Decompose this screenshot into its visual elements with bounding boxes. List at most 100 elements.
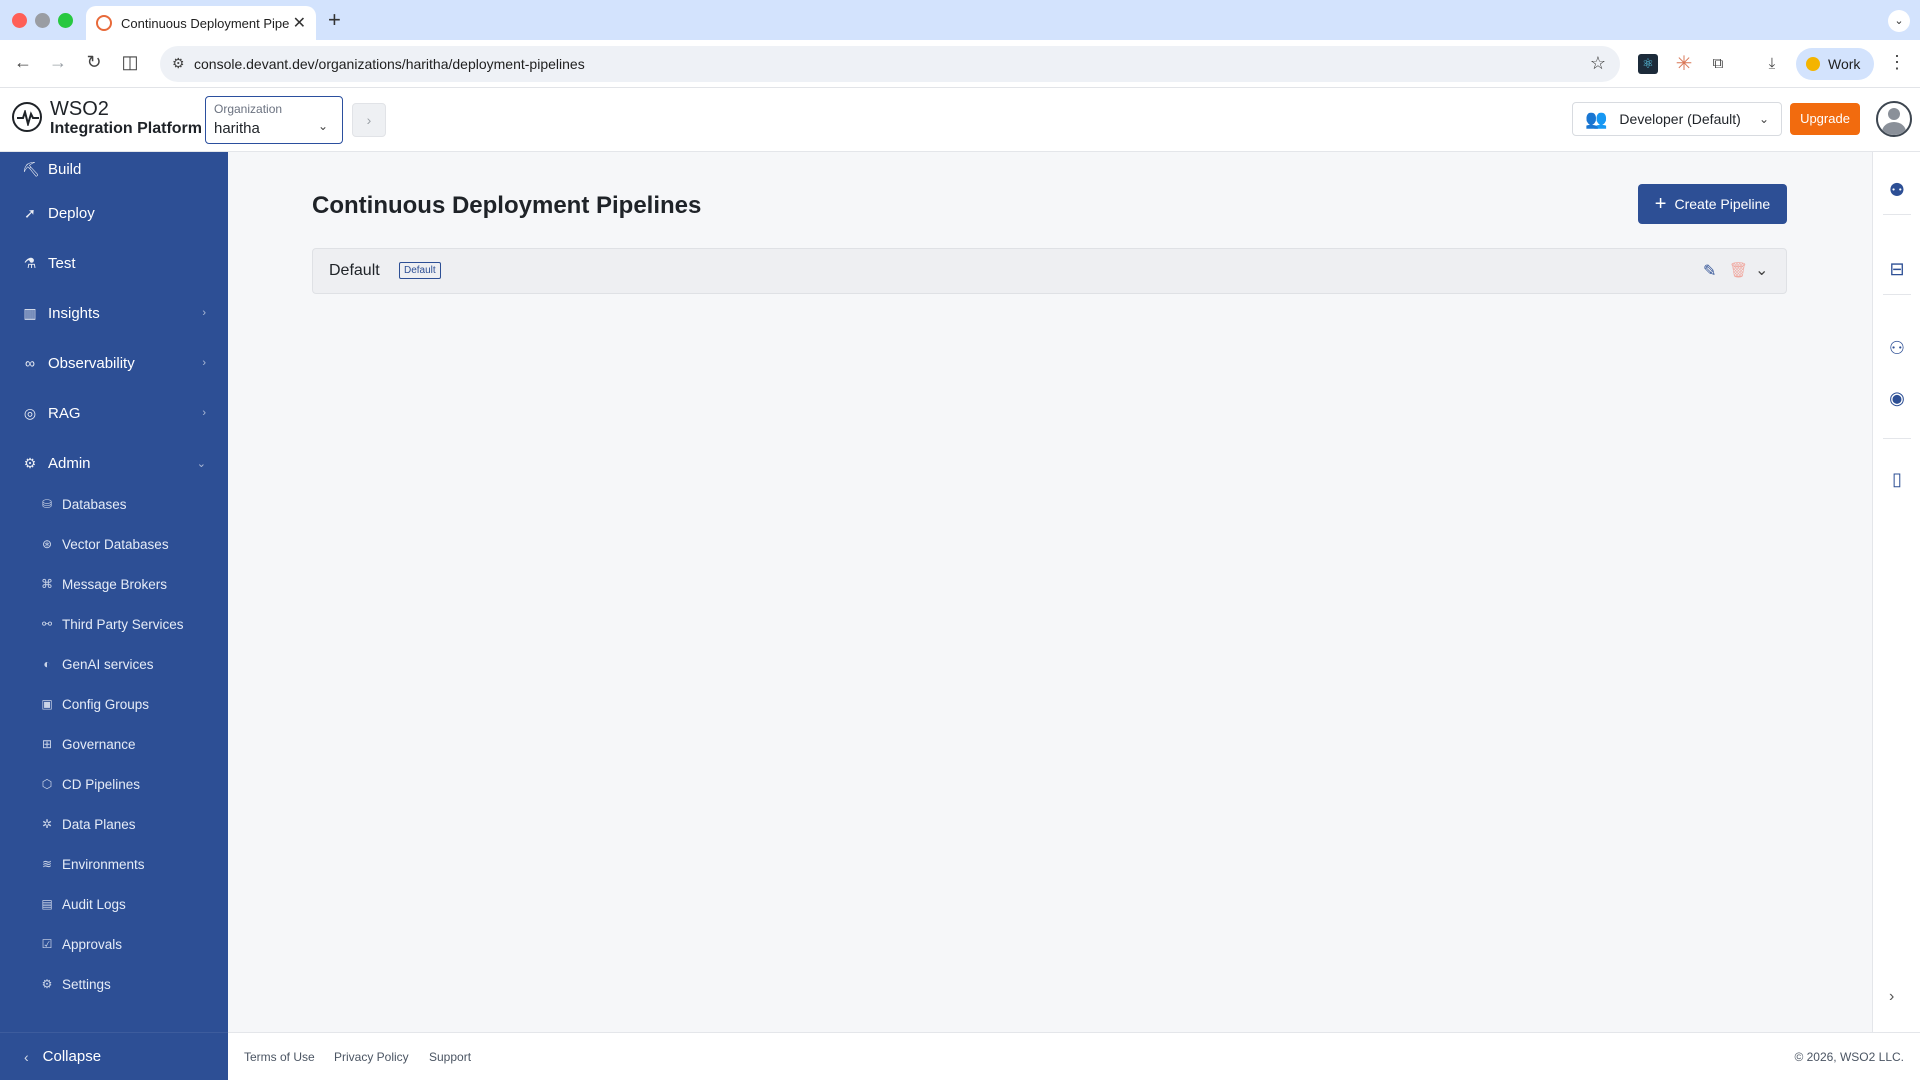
chevron-down-icon: ⌄: [1758, 112, 1769, 126]
privacy-link[interactable]: Privacy Policy: [334, 1050, 409, 1064]
sidebar-item-settings[interactable]: ⚙ Settings: [0, 968, 228, 1000]
delete-icon[interactable]: 🗑: [1729, 261, 1748, 279]
services-icon: ⚯: [41, 617, 53, 631]
breadcrumb-next-button[interactable]: ›: [352, 103, 386, 137]
sidebar-item-observability[interactable]: ∞ Observability ›: [0, 343, 228, 383]
sidebar-item-label: Observability: [48, 354, 135, 372]
sidebar-item-third-party-services[interactable]: ⚯ Third Party Services: [0, 608, 228, 640]
sidebar-item-label: Governance: [62, 736, 136, 752]
rail-divider: [1883, 214, 1911, 215]
sidebar-item-environments[interactable]: ≋ Environments: [0, 848, 228, 880]
minimize-window-icon[interactable]: [35, 13, 50, 28]
upgrade-button[interactable]: Upgrade: [1790, 103, 1860, 135]
chart-icon: ▥: [23, 304, 37, 321]
role-select[interactable]: 👥 Developer (Default) ⌄: [1572, 102, 1782, 136]
chevron-right-icon: ›: [202, 307, 206, 319]
extensions-icon[interactable]: ⧉: [1708, 54, 1728, 74]
maximize-window-icon[interactable]: [58, 13, 73, 28]
organization-select[interactable]: Organization haritha ⌄: [205, 96, 343, 144]
build-icon: ⛏: [22, 160, 40, 177]
governance-icon: ⊞: [41, 737, 53, 751]
browser-toolbar: ← → ↻ ◫ ⚙ console.devant.dev/organizatio…: [0, 40, 1920, 88]
layers-icon: ≋: [41, 857, 53, 871]
collapse-label: Collapse: [42, 1048, 102, 1065]
audit-icon: ▤: [41, 897, 53, 911]
sidebar-item-test[interactable]: ⚗ Test: [0, 243, 228, 283]
sidebar-item-admin[interactable]: ⚙ Admin ⌄: [0, 443, 228, 483]
vector-database-icon: ⊛: [41, 537, 53, 551]
sidebar-item-insights[interactable]: ▥ Insights ›: [0, 293, 228, 333]
edit-icon[interactable]: ✎: [1703, 261, 1716, 281]
sidebar-item-label: Approvals: [62, 936, 123, 952]
chevron-down-icon: ⌄: [196, 457, 206, 470]
brain-icon: ◎: [23, 404, 37, 421]
sidebar-item-audit-logs[interactable]: ▤ Audit Logs: [0, 888, 228, 920]
sidebar-item-rag[interactable]: ◎ RAG ›: [0, 393, 228, 433]
user-avatar[interactable]: [1876, 101, 1912, 137]
sidebar-item-approvals[interactable]: ☑ Approvals: [0, 928, 228, 960]
back-icon[interactable]: ←: [11, 52, 35, 73]
users-icon: 👥: [1585, 108, 1608, 129]
download-icon[interactable]: ⤓: [1762, 54, 1782, 74]
browser-tab[interactable]: Continuous Deployment Pipe ✕: [86, 6, 316, 40]
sidebar-item-config-groups[interactable]: ▣ Config Groups: [0, 688, 228, 720]
docs-icon[interactable]: ▯: [1887, 469, 1907, 489]
chevron-down-icon[interactable]: ⌄: [1755, 260, 1768, 280]
sidebar-item-deploy[interactable]: ➚ Deploy: [0, 193, 228, 233]
sidebar-item-cd-pipelines[interactable]: ⬡ CD Pipelines: [0, 768, 228, 800]
ai-assistant-icon[interactable]: ⚉: [1887, 180, 1907, 200]
bookmark-star-icon[interactable]: ☆: [1590, 53, 1606, 74]
sidebar-item-label: Third Party Services: [62, 616, 184, 632]
react-devtools-icon[interactable]: ⚛: [1638, 54, 1658, 74]
create-pipeline-label: Create Pipeline: [1674, 196, 1771, 212]
sidebar-item-build[interactable]: ⛏ Build: [0, 152, 228, 186]
sidebar-item-label: Insights: [48, 304, 100, 322]
sidebar-item-data-planes[interactable]: ✲ Data Planes: [0, 808, 228, 840]
tab-search-icon[interactable]: ⌄: [1888, 10, 1910, 32]
chevron-right-icon[interactable]: ›: [1889, 988, 1894, 1006]
flask-icon: ⚗: [23, 254, 37, 271]
rail-divider: [1883, 438, 1911, 439]
sidebar-item-message-brokers[interactable]: ⌘ Message Brokers: [0, 568, 228, 600]
sidebar-item-genai-services[interactable]: ◐ GenAI services: [0, 648, 228, 680]
create-pipeline-button[interactable]: + Create Pipeline: [1638, 184, 1787, 224]
chevron-right-icon: ›: [202, 407, 206, 419]
terms-link[interactable]: Terms of Use: [244, 1050, 315, 1064]
gear-icon: ⚙: [41, 977, 53, 991]
browser-menu-icon[interactable]: ⋮: [1888, 52, 1906, 73]
tab-title: Continuous Deployment Pipe: [121, 15, 289, 31]
admin-icon: ⚙: [23, 454, 37, 471]
sidebar-item-label: Environments: [62, 856, 145, 872]
organization-label: Organization: [214, 102, 283, 116]
support-link[interactable]: Support: [429, 1050, 471, 1064]
broker-icon: ⌘: [41, 577, 53, 591]
wso2-logo-icon: [12, 102, 42, 132]
claude-extension-icon[interactable]: ✳: [1674, 54, 1694, 74]
database-icon: ⛁: [41, 497, 53, 511]
sidebar-item-label: Settings: [62, 976, 111, 992]
collapse-sidebar-button[interactable]: ‹ Collapse: [0, 1032, 228, 1080]
discord-icon[interactable]: ◉: [1887, 388, 1907, 408]
support-icon[interactable]: ⚇: [1887, 338, 1907, 358]
site-info-icon[interactable]: ⚙: [172, 55, 185, 72]
sidebar-item-vector-databases[interactable]: ⊛ Vector Databases: [0, 528, 228, 560]
split-view-icon[interactable]: ◫: [118, 52, 142, 73]
sidebar-item-databases[interactable]: ⛁ Databases: [0, 488, 228, 520]
new-tab-icon[interactable]: +: [328, 7, 341, 33]
close-window-icon[interactable]: [12, 13, 27, 28]
sidebar-item-label: Message Brokers: [62, 576, 168, 592]
profile-chip[interactable]: Work: [1796, 48, 1874, 80]
sidebar-item-label: CD Pipelines: [62, 776, 141, 792]
genai-icon: ◐: [43, 657, 51, 671]
default-badge: Default: [399, 262, 441, 279]
organization-value: haritha: [214, 120, 260, 137]
inbox-icon[interactable]: ⊟: [1887, 259, 1907, 279]
forward-icon[interactable]: →: [46, 52, 70, 73]
url-text[interactable]: console.devant.dev/organizations/haritha…: [194, 56, 585, 72]
config-icon: ▣: [41, 697, 53, 711]
reload-icon[interactable]: ↻: [82, 52, 106, 73]
close-tab-icon[interactable]: ✕: [293, 13, 306, 33]
pipeline-row[interactable]: Default Default ✎ 🗑 ⌄: [312, 248, 1787, 294]
address-bar[interactable]: ⚙ console.devant.dev/organizations/harit…: [160, 46, 1620, 82]
sidebar-item-governance[interactable]: ⊞ Governance: [0, 728, 228, 760]
